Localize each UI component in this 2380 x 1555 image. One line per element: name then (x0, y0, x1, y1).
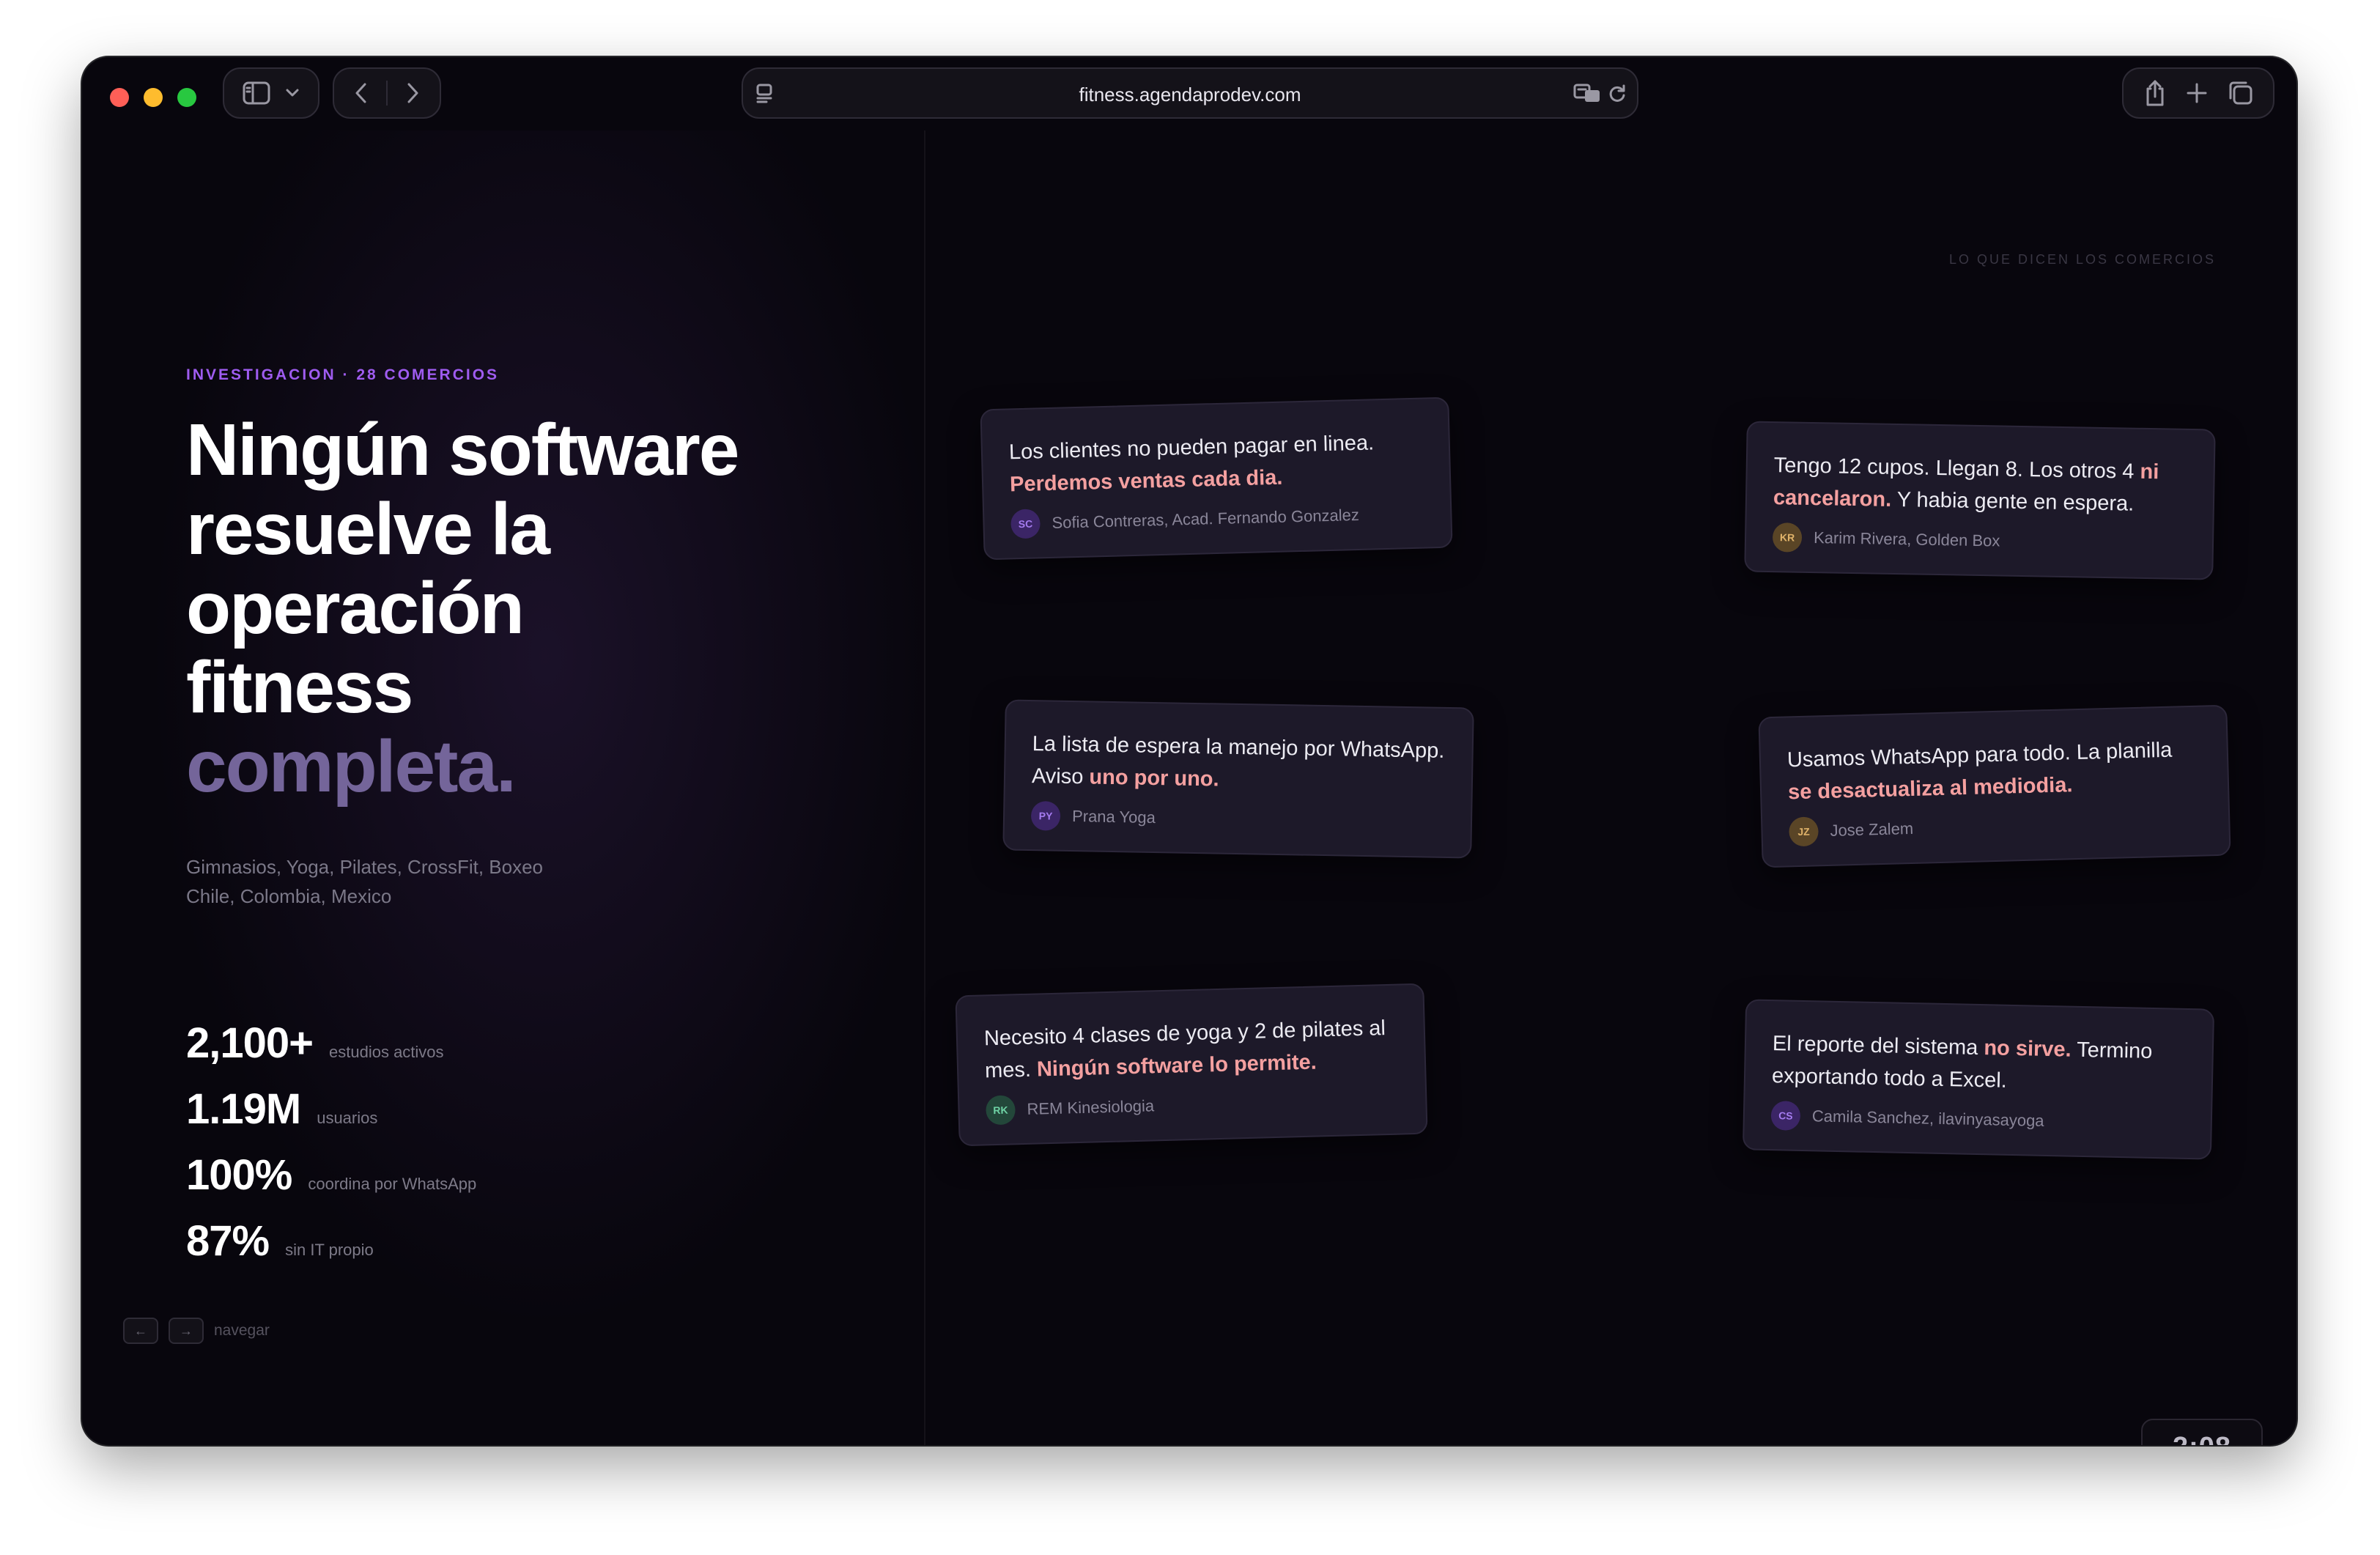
stat-item: 87% sin IT propio (186, 1216, 374, 1266)
author-name: Karim Rivera, Golden Box (1813, 528, 2000, 550)
testimonial-quote: La lista de espera la manejo por WhatsAp… (1031, 732, 1445, 791)
testimonial-author: KR Karim Rivera, Golden Box (1772, 522, 2000, 555)
chevron-down-icon[interactable] (284, 88, 300, 98)
toolbar-actions (2122, 67, 2274, 119)
tab-overview-icon[interactable] (2226, 80, 2254, 106)
close-window-button[interactable] (110, 88, 129, 107)
headline-line: Ningún software (186, 409, 739, 491)
title-bar: fitness.agendaprodev.com (82, 57, 2296, 130)
quote-highlight: Perdemos ventas cada dia. (1009, 465, 1283, 497)
testimonial-author: RK REM Kinesiologia (986, 1091, 1155, 1126)
stat-item: 100% coordina por WhatsApp (186, 1150, 476, 1200)
testimonial-quote: Necesito 4 clases de yoga y 2 de pilates… (983, 1016, 1386, 1083)
testimonial-quote: Los clientes no pueden pagar en linea. P… (1008, 431, 1375, 497)
stat-value: 2,100+ (186, 1019, 314, 1067)
browser-window: fitness.agendaprodev.com INVESTIGACION ·… (82, 57, 2296, 1445)
testimonial-author: JZ Jose Zalem (1789, 814, 1914, 847)
column-divider (924, 130, 925, 1445)
subtitle-sectors: Gimnasios, Yoga, Pilates, CrossFit, Boxe… (186, 856, 544, 878)
new-tab-icon[interactable] (2184, 81, 2209, 106)
zoom-window-button[interactable] (177, 88, 196, 107)
avatar: JZ (1789, 816, 1819, 847)
avatar: CS (1770, 1101, 1801, 1131)
prev-slide-button[interactable]: ← (123, 1318, 158, 1344)
reload-icon[interactable] (1606, 82, 1628, 104)
author-name: REM Kinesiologia (1027, 1096, 1155, 1118)
sidebar-icon[interactable] (242, 81, 271, 106)
testimonial-card: El reporte del sistema no sirve. Termino… (1742, 999, 2215, 1160)
slide-timer: 2:08 (2141, 1419, 2263, 1445)
stat-item: 1.19M usuarios (186, 1085, 377, 1134)
testimonial-quote: Tengo 12 cupos. Llegan 8. Los otros 4 ni… (1773, 454, 2159, 516)
author-name: Jose Zalem (1830, 819, 1914, 840)
headline-line: resuelve la (186, 488, 550, 570)
stat-label: sin IT propio (285, 1241, 374, 1259)
sidebar-toggle-group[interactable] (223, 67, 319, 119)
keyboard-navigation-hint: ← → navegar (123, 1318, 270, 1344)
quote-highlight: no sirve. (1984, 1036, 2072, 1062)
testimonial-author: CS Camila Sanchez, ilavinyasayoga (1770, 1101, 2044, 1136)
testimonial-quote: El reporte del sistema no sirve. Termino… (1771, 1032, 2153, 1093)
stat-label: usuarios (317, 1109, 378, 1127)
minimize-window-button[interactable] (144, 88, 163, 107)
author-name: Prana Yoga (1071, 807, 1156, 827)
testimonial-card: Tengo 12 cupos. Llegan 8. Los otros 4 ni… (1744, 421, 2216, 580)
history-nav-group (333, 67, 441, 119)
testimonials-header: LO QUE DICEN LOS COMERCIOS (1948, 252, 2216, 267)
stat-value: 87% (186, 1217, 270, 1265)
author-name: Camila Sanchez, ilavinyasayoga (1811, 1107, 2044, 1130)
stat-item: 2,100+ estudios activos (186, 1019, 444, 1068)
testimonial-card: La lista de espera la manejo por WhatsAp… (1002, 699, 1474, 859)
stat-value: 100% (186, 1151, 292, 1199)
subtitle: Gimnasios, Yoga, Pilates, CrossFit, Boxe… (186, 852, 543, 911)
eyebrow-label: INVESTIGACION · 28 COMERCIOS (186, 366, 500, 383)
avatar: PY (1030, 801, 1061, 831)
stat-label: estudios activos (329, 1043, 444, 1061)
quote-highlight: Ningún software lo permite. (1036, 1050, 1318, 1082)
slide-content: INVESTIGACION · 28 COMERCIOS Ningún soft… (82, 130, 2296, 1445)
testimonial-quote: Usamos WhatsApp para todo. La planilla s… (1786, 738, 2173, 805)
testimonial-card: Usamos WhatsApp para todo. La planilla s… (1758, 704, 2231, 868)
stat-value: 1.19M (186, 1085, 301, 1133)
testimonial-card: Los clientes no pueden pagar en linea. P… (980, 396, 1453, 561)
forward-icon[interactable] (404, 81, 421, 106)
headline: Ningún software resuelve la operación fi… (186, 410, 846, 806)
headline-accent: completa. (186, 725, 517, 808)
avatar: SC (1010, 509, 1041, 539)
avatar: RK (986, 1095, 1016, 1126)
address-bar[interactable]: fitness.agendaprodev.com (742, 67, 1638, 119)
avatar: KR (1772, 522, 1803, 553)
testimonial-author: SC Sofia Contreras, Acad. Fernando Gonza… (1010, 501, 1359, 539)
share-icon[interactable] (2143, 78, 2168, 108)
url-text[interactable]: fitness.agendaprodev.com (743, 84, 1637, 106)
headline-line: operación (186, 567, 525, 649)
testimonial-author: PY Prana Yoga (1030, 801, 1156, 832)
testimonial-card: Necesito 4 clases de yoga y 2 de pilates… (955, 983, 1428, 1147)
quote-highlight: uno por uno. (1089, 765, 1219, 791)
next-slide-button[interactable]: → (169, 1318, 204, 1344)
back-icon[interactable] (352, 81, 370, 106)
translate-icon[interactable] (1572, 82, 1602, 104)
headline-line: fitness (186, 646, 413, 728)
author-name: Sofia Contreras, Acad. Fernando Gonzalez (1052, 505, 1360, 532)
navigation-label: navegar (214, 1322, 270, 1339)
subtitle-countries: Chile, Colombia, Mexico (186, 885, 392, 907)
quote-highlight: se desactualiza al mediodia. (1787, 773, 2073, 805)
nav-separator (386, 81, 388, 106)
stat-label: coordina por WhatsApp (308, 1175, 477, 1193)
